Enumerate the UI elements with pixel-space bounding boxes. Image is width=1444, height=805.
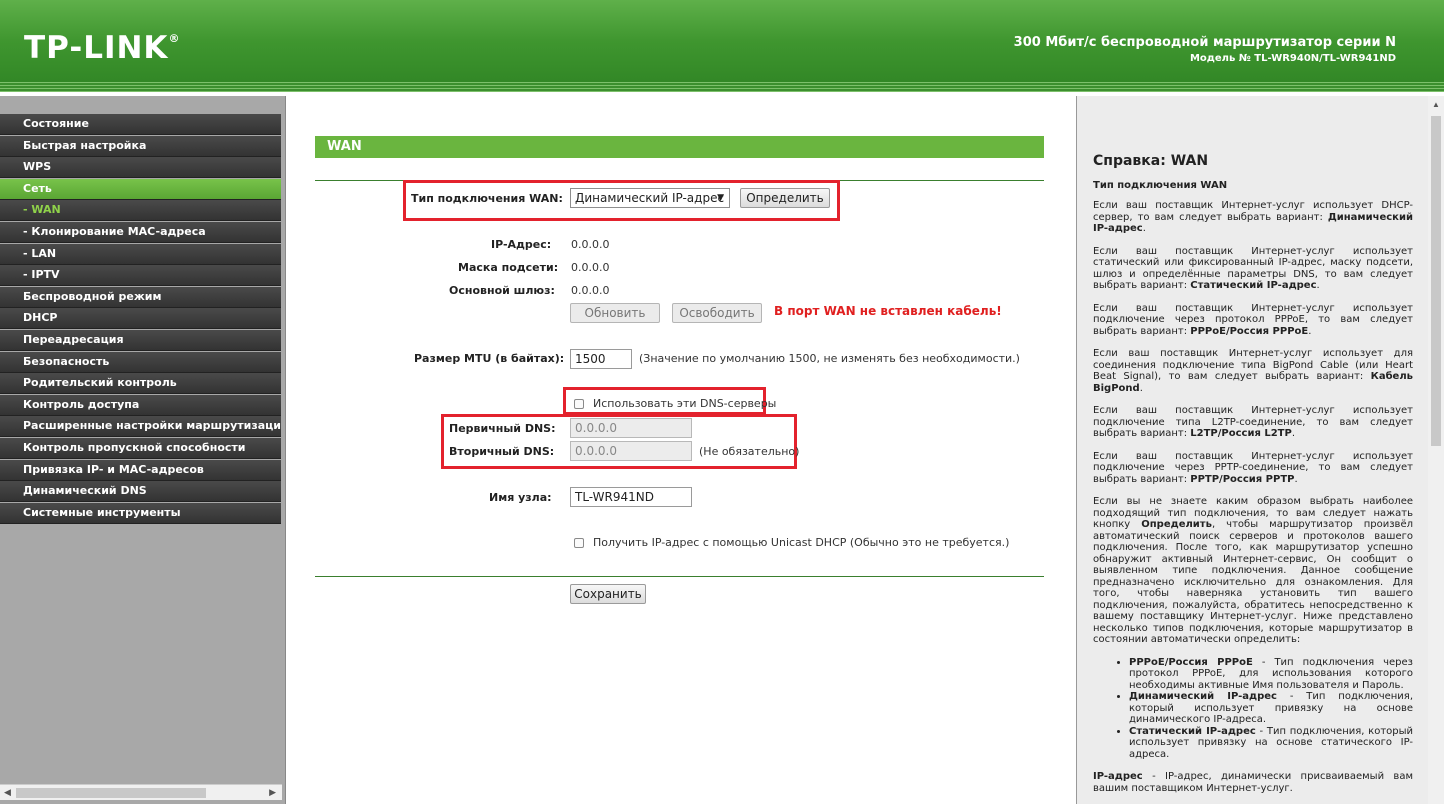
use-dns-label: Использовать эти DNS-серверы [593, 397, 777, 410]
scroll-up-icon[interactable]: ▲ [1432, 100, 1440, 109]
help-paragraph: Если ваш поставщик Интернет-услуг исполь… [1093, 450, 1413, 485]
wan-type-select[interactable]: Динамический IP-адрес ▼ [570, 188, 730, 208]
primary-dns-label: Первичный DNS: [449, 422, 556, 435]
use-dns-checkbox[interactable] [574, 399, 584, 409]
model-title: 300 Мбит/с беспроводной маршрутизатор се… [1013, 35, 1396, 50]
help-list-item: Статический IP-адрес - Тип подключения, … [1129, 726, 1413, 761]
menu-item-forwarding[interactable]: Переадресация [0, 329, 281, 351]
menu-item-wan[interactable]: - WAN [0, 200, 281, 222]
help-paragraph: Если ваш поставщик Интернет-услуг исполь… [1093, 245, 1413, 292]
secondary-dns-input[interactable]: 0.0.0.0 [570, 441, 692, 461]
help-paragraph: Если вы не знаете каким образом выбрать … [1093, 496, 1413, 645]
mtu-hint: (Значение по умолчанию 1500, не изменять… [639, 352, 1020, 365]
help-list-item: Динамический IP-адрес - Тип подключения,… [1129, 691, 1413, 726]
help-title: Справка: WAN [1093, 153, 1209, 169]
menu-item-access-control[interactable]: Контроль доступа [0, 394, 281, 416]
mtu-input[interactable]: 1500 [570, 349, 632, 369]
scroll-left-icon[interactable]: ◀ [4, 787, 11, 798]
scrollbar-thumb[interactable] [1431, 116, 1441, 446]
divider-bottom [315, 576, 1044, 577]
hostname-label: Имя узла: [489, 491, 552, 504]
secondary-dns-label: Вторичный DNS: [449, 445, 555, 458]
wan-type-selected: Динамический IP-адрес [575, 191, 725, 205]
primary-dns-input[interactable]: 0.0.0.0 [570, 418, 692, 438]
menu-item-security[interactable]: Безопасность [0, 351, 281, 373]
hostname-input[interactable]: TL-WR941ND [570, 487, 692, 507]
logo-registered-mark: ® [168, 32, 181, 45]
help-subtitle: Тип подключения WAN [1093, 179, 1228, 191]
save-button[interactable]: Сохранить [570, 584, 646, 604]
menu-item-mac-clone[interactable]: - Клонирование MAC-адреса [0, 221, 281, 243]
unicast-dhcp-checkbox[interactable] [574, 538, 584, 548]
help-vertical-scrollbar[interactable]: ▲ [1428, 96, 1444, 804]
unicast-dhcp-label: Получить IP-адрес с помощью Unicast DHCP… [593, 536, 1010, 549]
help-list-item: PPPoE/Россия PPPoE - Тип подключения чер… [1129, 657, 1413, 692]
menu-item-network[interactable]: Сеть [0, 178, 281, 200]
scrollbar-thumb[interactable] [16, 788, 206, 798]
menu-item-advanced-routing[interactable]: Расширенные настройки маршрутизации [0, 416, 281, 438]
sidebar-menu: Состояние Быстрая настройка WPS Сеть - W… [0, 96, 286, 804]
menu-horizontal-scrollbar[interactable]: ◀ ▶ [0, 784, 282, 800]
header-banner: TP-LINK® 300 Мбит/с беспроводной маршрут… [0, 0, 1444, 92]
menu-item-lan[interactable]: - LAN [0, 243, 281, 265]
menu-item-status[interactable]: Состояние [0, 114, 281, 135]
dropdown-arrow-icon: ▼ [717, 193, 724, 203]
menu-item-quick-setup[interactable]: Быстрая настройка [0, 135, 281, 157]
main-content: WAN Тип подключения WAN: Динамический IP… [287, 96, 1075, 804]
help-paragraph: Если ваш поставщик Интернет-услуг исполь… [1093, 348, 1413, 394]
renew-button[interactable]: Обновить [570, 303, 660, 323]
header-stripe [0, 82, 1444, 92]
menu-item-dhcp[interactable]: DHCP [0, 308, 281, 330]
wan-type-label: Тип подключения WAN: [411, 192, 563, 205]
subnet-mask-label: Маска подсети: [458, 261, 559, 274]
detect-button[interactable]: Определить [740, 188, 830, 208]
help-content: Справка: WAN Тип подключения WAN Если ва… [1093, 153, 1413, 805]
help-paragraph: Если ваш поставщик Интернет-услуг исполь… [1093, 200, 1413, 234]
section-title: WAN [315, 136, 1044, 158]
release-button[interactable]: Освободить [672, 303, 762, 323]
cable-warning: В порт WAN не вставлен кабель! [774, 304, 1002, 318]
menu-item-dynamic-dns[interactable]: Динамический DNS [0, 481, 281, 503]
gateway-label: Основной шлюз: [449, 284, 555, 297]
menu-item-wps[interactable]: WPS [0, 157, 281, 179]
model-number: Модель № TL-WR940N/TL-WR941ND [1189, 53, 1396, 64]
logo-text: TP-LINK [24, 30, 169, 66]
menu-item-iptv[interactable]: - IPTV [0, 265, 281, 287]
help-panel: Справка: WAN Тип подключения WAN Если ва… [1076, 96, 1444, 804]
menu-item-bandwidth-control[interactable]: Контроль пропускной способности [0, 437, 281, 459]
optional-hint: (Не обязательно) [699, 445, 800, 458]
gateway-value: 0.0.0.0 [571, 284, 610, 297]
ip-address-value: 0.0.0.0 [571, 238, 610, 251]
subnet-mask-value: 0.0.0.0 [571, 261, 610, 274]
help-list: PPPoE/Россия PPPoE - Тип подключения чер… [1093, 657, 1413, 761]
tp-link-logo: TP-LINK® [24, 30, 180, 66]
help-paragraph: Если ваш поставщик Интернет-услуг исполь… [1093, 405, 1413, 439]
menu-item-wireless[interactable]: Беспроводной режим [0, 286, 281, 308]
mtu-label: Размер MTU (в байтах): [414, 352, 565, 365]
help-paragraph: Если ваш поставщик Интернет-услуг исполь… [1093, 302, 1413, 337]
menu-item-system-tools[interactable]: Системные инструменты [0, 502, 281, 524]
scroll-right-icon[interactable]: ▶ [269, 787, 276, 798]
ip-address-label: IP-Адрес: [491, 238, 552, 251]
menu-item-ip-mac-binding[interactable]: Привязка IP- и MAC-адресов [0, 459, 281, 481]
help-paragraph: IP-адрес - IP-адрес, динамически присваи… [1093, 771, 1413, 794]
menu-item-parental-control[interactable]: Родительский контроль [0, 373, 281, 395]
